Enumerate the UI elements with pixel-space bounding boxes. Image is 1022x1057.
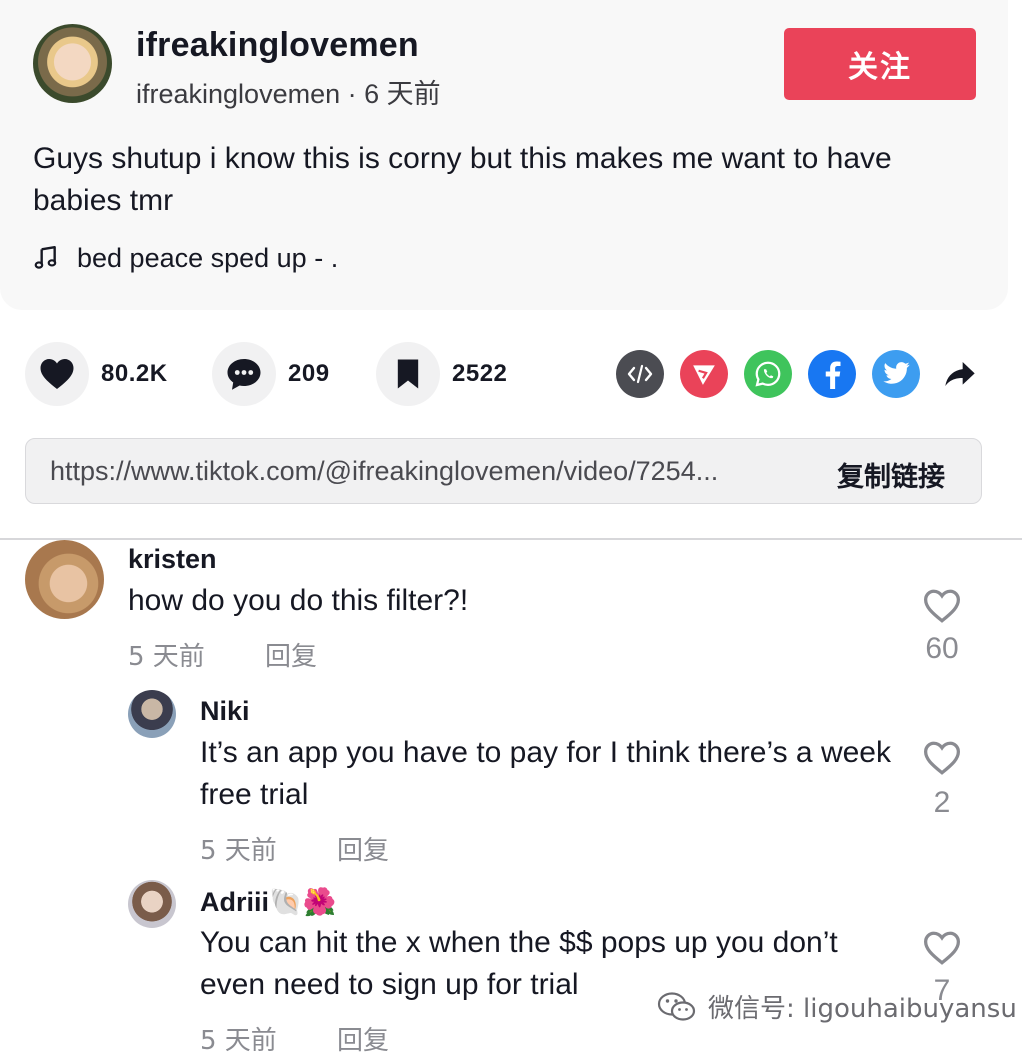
comment-time: 5 天前: [128, 642, 205, 672]
embed-button[interactable]: [616, 350, 664, 398]
music-note-icon: [34, 245, 57, 269]
comment-text: how do you do this filter?!: [128, 584, 469, 617]
like-button[interactable]: [25, 342, 89, 406]
whatsapp-icon: [755, 361, 781, 387]
author-meta: ifreakinglovemen · 6 天前: [136, 79, 441, 109]
twitter-button[interactable]: [872, 350, 920, 398]
comment-bubble-icon: [227, 359, 261, 390]
reply-avatar[interactable]: [128, 690, 176, 738]
heart-outline-icon[interactable]: [922, 740, 962, 776]
watermark-text: 微信号: ligouhaibuyansu: [708, 994, 1017, 1024]
reply-avatar[interactable]: [128, 880, 176, 928]
music-link[interactable]: bed peace sped up - .: [33, 240, 338, 276]
comment-button[interactable]: [212, 342, 276, 406]
reply-time: 5 天前: [200, 836, 277, 866]
like-count: 80.2K: [101, 360, 168, 387]
comment-reply-button[interactable]: 回复: [265, 636, 317, 673]
post-card: ifreakinglovemen ifreakinglovemen · 6 天前…: [0, 0, 1008, 310]
music-title: bed peace sped up - .: [77, 242, 339, 273]
embed-icon: [627, 364, 653, 384]
comment-author[interactable]: kristen: [128, 544, 217, 575]
share-link-box: https://www.tiktok.com/@ifreakinglovemen…: [25, 438, 982, 504]
comment-avatar[interactable]: [25, 540, 104, 619]
facebook-icon: [825, 361, 841, 389]
save-count: 2522: [452, 360, 508, 387]
twitter-icon: [883, 362, 910, 384]
like-action[interactable]: 80.2K: [25, 342, 168, 406]
share-arrow-icon: [945, 362, 975, 386]
whatsapp-button[interactable]: [744, 350, 792, 398]
post-caption: Guys shutup i know this is corny but thi…: [33, 142, 892, 217]
comment-action[interactable]: 209: [212, 342, 330, 406]
send-icon: [693, 365, 715, 385]
wechat-icon: [657, 991, 696, 1021]
send-button[interactable]: [680, 350, 728, 398]
reply-reply-button[interactable]: 回复: [337, 830, 389, 867]
section-divider: [0, 538, 1022, 540]
heart-outline-icon[interactable]: [922, 930, 962, 966]
facebook-button[interactable]: [808, 350, 856, 398]
comment-like-count: 60: [925, 632, 959, 665]
save-action[interactable]: 2522: [376, 342, 507, 406]
author-name[interactable]: ifreakinglovemen: [136, 26, 419, 65]
reply-author[interactable]: Adriii🐚🌺: [200, 886, 336, 918]
share-more-button[interactable]: [936, 350, 984, 398]
reply-like-count: 2: [933, 786, 951, 819]
bookmark-icon: [397, 359, 419, 389]
reply-time: 5 天前: [200, 1026, 277, 1056]
wechat-watermark: 微信号: ligouhaibuyansu: [656, 988, 1017, 1025]
follow-button[interactable]: 关注: [784, 28, 976, 100]
save-button[interactable]: [376, 342, 440, 406]
copy-link-button[interactable]: 复制链接: [837, 455, 945, 494]
author-avatar[interactable]: [33, 24, 112, 103]
heart-outline-icon[interactable]: [922, 588, 962, 624]
reply-text: It’s an app you have to pay for I think …: [200, 736, 891, 811]
reply-reply-button[interactable]: 回复: [337, 1020, 389, 1057]
reply-author[interactable]: Niki: [200, 696, 250, 727]
share-link-url[interactable]: https://www.tiktok.com/@ifreakinglovemen…: [50, 456, 810, 487]
comment-count: 209: [288, 360, 330, 387]
heart-icon: [40, 359, 74, 389]
